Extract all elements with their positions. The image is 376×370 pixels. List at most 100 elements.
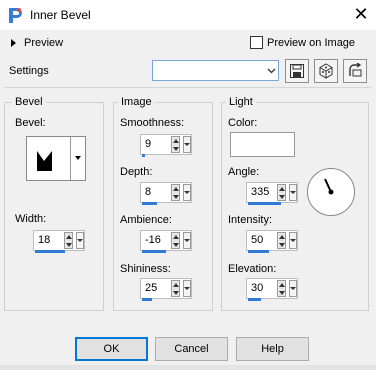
light-color-swatch[interactable] bbox=[230, 132, 295, 157]
save-preset-button[interactable] bbox=[285, 59, 309, 83]
chevron-down-icon bbox=[184, 239, 190, 242]
ambience-spinbox[interactable]: -16 bbox=[140, 230, 192, 253]
angle-stepper[interactable] bbox=[277, 184, 286, 201]
depth-slider-dropdown[interactable] bbox=[183, 184, 191, 201]
smoothness-spinbox[interactable]: 9 bbox=[140, 134, 192, 157]
arrow-down-icon[interactable] bbox=[173, 147, 179, 151]
arrow-down-icon[interactable] bbox=[279, 195, 285, 199]
arrow-down-icon[interactable] bbox=[279, 291, 285, 295]
smoothness-slider-bar[interactable] bbox=[142, 154, 145, 157]
shininess-value[interactable]: 25 bbox=[145, 282, 157, 294]
separator bbox=[4, 87, 371, 88]
angle-spinbox[interactable]: 335 bbox=[246, 182, 298, 205]
arrow-up-icon[interactable] bbox=[279, 283, 285, 287]
angle-dial[interactable] bbox=[307, 168, 355, 216]
ambience-slider-dropdown[interactable] bbox=[183, 232, 191, 249]
smoothness-label: Smoothness: bbox=[120, 117, 185, 129]
smoothness-slider-dropdown[interactable] bbox=[183, 136, 191, 153]
ambience-label: Ambience: bbox=[120, 214, 172, 226]
smoothness-value[interactable]: 9 bbox=[145, 138, 151, 150]
shininess-label: Shininess: bbox=[120, 263, 171, 275]
width-slider-dropdown[interactable] bbox=[76, 232, 84, 249]
width-label: Width: bbox=[15, 213, 47, 225]
arrow-up-icon[interactable] bbox=[173, 187, 179, 191]
arrow-down-icon[interactable] bbox=[173, 195, 179, 199]
background-window-edge bbox=[0, 365, 376, 370]
angle-slider-dropdown[interactable] bbox=[289, 184, 297, 201]
chevron-down-icon bbox=[290, 287, 296, 290]
chevron-down-icon bbox=[184, 191, 190, 194]
cancel-button[interactable]: Cancel bbox=[155, 337, 228, 361]
arrow-up-icon[interactable] bbox=[66, 235, 72, 239]
arrow-up-icon[interactable] bbox=[279, 235, 285, 239]
elevation-slider-bar[interactable] bbox=[248, 298, 261, 301]
width-spinbox[interactable]: 18 bbox=[33, 230, 85, 253]
elevation-value[interactable]: 30 bbox=[251, 282, 263, 294]
light-group-label: Light bbox=[226, 96, 256, 108]
intensity-slider-dropdown[interactable] bbox=[289, 232, 297, 249]
chevron-down-icon[interactable] bbox=[267, 66, 276, 75]
shininess-stepper[interactable] bbox=[171, 280, 180, 297]
chevron-down-icon bbox=[290, 191, 296, 194]
help-button[interactable]: Help bbox=[236, 337, 309, 361]
bevel-label: Bevel: bbox=[15, 117, 46, 129]
elevation-spinbox[interactable]: 30 bbox=[246, 278, 298, 301]
shininess-slider-dropdown[interactable] bbox=[183, 280, 191, 297]
angle-slider-bar[interactable] bbox=[248, 202, 281, 205]
arrow-down-icon[interactable] bbox=[173, 291, 179, 295]
close-icon[interactable]: ✕ bbox=[350, 4, 372, 26]
expand-triangle-icon[interactable] bbox=[11, 39, 16, 47]
title-bar: Inner Bevel ✕ bbox=[0, 0, 376, 30]
window-title: Inner Bevel bbox=[30, 8, 91, 22]
elevation-label: Elevation: bbox=[228, 263, 277, 275]
preview-toggle[interactable]: Preview bbox=[24, 37, 63, 49]
intensity-spinbox[interactable]: 50 bbox=[246, 230, 298, 253]
bevel-group bbox=[4, 102, 104, 311]
ok-button[interactable]: OK bbox=[75, 337, 148, 361]
ambience-value[interactable]: -16 bbox=[145, 234, 161, 246]
shininess-spinbox[interactable]: 25 bbox=[140, 278, 192, 301]
chevron-down-icon bbox=[75, 156, 81, 160]
width-stepper[interactable] bbox=[64, 232, 73, 249]
color-label: Color: bbox=[228, 117, 258, 129]
arrow-up-icon[interactable] bbox=[173, 139, 179, 143]
chevron-down-icon bbox=[290, 239, 296, 242]
randomize-button[interactable] bbox=[314, 59, 338, 83]
depth-slider-bar[interactable] bbox=[142, 202, 157, 205]
ambience-stepper[interactable] bbox=[171, 232, 180, 249]
settings-label: Settings bbox=[9, 65, 49, 77]
depth-stepper[interactable] bbox=[171, 184, 180, 201]
paintshop-pro-icon bbox=[7, 6, 23, 24]
width-slider-bar[interactable] bbox=[35, 250, 65, 253]
arrow-up-icon[interactable] bbox=[173, 235, 179, 239]
chevron-down-icon bbox=[184, 287, 190, 290]
arrow-down-icon[interactable] bbox=[279, 243, 285, 247]
chevron-down-icon bbox=[184, 143, 190, 146]
settings-preset-combo[interactable] bbox=[152, 60, 279, 81]
bevel-group-label: Bevel bbox=[12, 96, 46, 108]
preview-on-image-label[interactable]: Preview on Image bbox=[267, 37, 355, 49]
ambience-slider-bar[interactable] bbox=[142, 250, 166, 253]
elevation-slider-dropdown[interactable] bbox=[289, 280, 297, 297]
image-group-label: Image bbox=[118, 96, 155, 108]
depth-value[interactable]: 8 bbox=[145, 186, 151, 198]
elevation-stepper[interactable] bbox=[277, 280, 286, 297]
intensity-label: Intensity: bbox=[228, 214, 273, 226]
arrow-down-icon[interactable] bbox=[66, 243, 72, 247]
depth-spinbox[interactable]: 8 bbox=[140, 182, 192, 205]
intensity-value[interactable]: 50 bbox=[251, 234, 263, 246]
intensity-slider-bar[interactable] bbox=[248, 250, 269, 253]
preview-on-image-checkbox[interactable] bbox=[250, 36, 263, 49]
shininess-slider-bar[interactable] bbox=[142, 298, 152, 301]
bevel-dropdown-button[interactable] bbox=[70, 137, 85, 180]
arrow-down-icon[interactable] bbox=[173, 243, 179, 247]
chevron-down-icon bbox=[77, 239, 83, 242]
reset-button[interactable] bbox=[343, 59, 367, 83]
arrow-up-icon[interactable] bbox=[173, 283, 179, 287]
angle-value[interactable]: 335 bbox=[251, 186, 269, 198]
smoothness-stepper[interactable] bbox=[171, 136, 180, 153]
intensity-stepper[interactable] bbox=[277, 232, 286, 249]
angle-label: Angle: bbox=[228, 166, 260, 178]
width-value[interactable]: 18 bbox=[38, 234, 50, 246]
arrow-up-icon[interactable] bbox=[279, 187, 285, 191]
